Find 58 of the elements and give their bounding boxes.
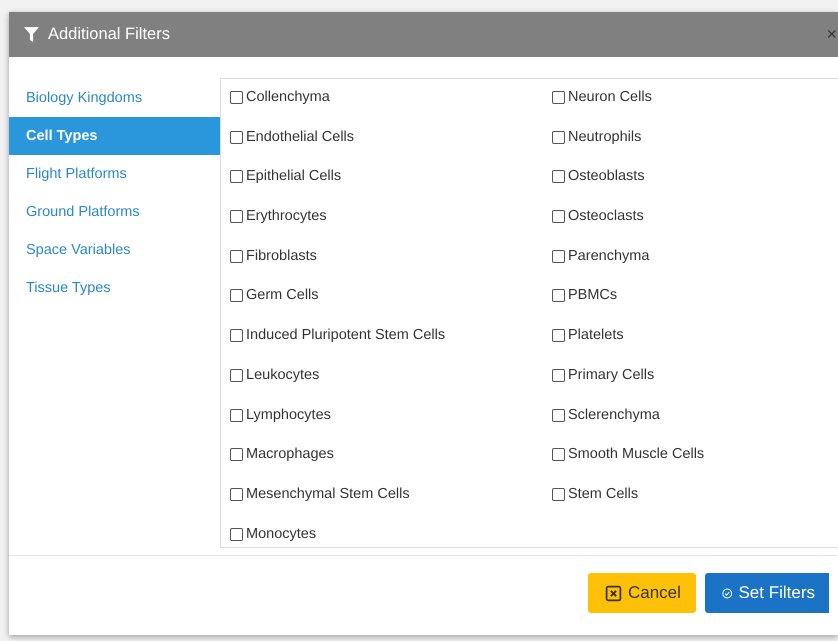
checkbox[interactable] xyxy=(230,250,243,263)
category-tab[interactable]: Ground Platforms xyxy=(9,193,220,231)
option-label: Primary Cells xyxy=(568,366,654,383)
checkbox[interactable] xyxy=(552,289,565,302)
option-label: Smooth Muscle Cells xyxy=(568,446,704,462)
checkbox[interactable] xyxy=(230,130,243,144)
option-label: Sclerenchyma xyxy=(568,406,660,422)
option-label: Monocytes xyxy=(246,526,316,542)
option-label: Fibroblasts xyxy=(246,248,317,264)
checkbox[interactable] xyxy=(230,368,243,382)
checkbox[interactable] xyxy=(230,289,243,302)
checkbox[interactable] xyxy=(230,329,243,342)
confirm-button[interactable]: Set Filters xyxy=(705,573,829,613)
filter-icon xyxy=(23,26,40,43)
checkbox[interactable] xyxy=(552,250,565,263)
option-label: Induced Pluripotent Stem Cells xyxy=(246,327,446,344)
option-label: Osteoblasts xyxy=(568,168,645,184)
option-label: Epithelial Cells xyxy=(246,168,342,184)
option-label: Erythrocytes xyxy=(246,208,327,224)
checkbox[interactable] xyxy=(230,448,243,462)
category-tab[interactable]: Space Variables xyxy=(9,231,220,269)
checkbox[interactable] xyxy=(552,170,565,184)
option-label: Neuron Cells xyxy=(568,89,652,105)
option-label: Endothelial Cells xyxy=(246,128,354,145)
option-label: Collenchyma xyxy=(246,89,330,105)
category-tab[interactable]: Biology Kingdoms xyxy=(9,79,220,117)
checkbox[interactable] xyxy=(230,528,243,541)
checkbox[interactable] xyxy=(230,210,243,224)
checkbox[interactable] xyxy=(552,91,565,104)
option-label: Leukocytes xyxy=(246,366,320,383)
option-label: Platelets xyxy=(568,327,624,344)
checkbox[interactable] xyxy=(230,488,243,501)
category-tab[interactable]: Flight Platforms xyxy=(9,155,220,193)
option-label: Mesenchymal Stem Cells xyxy=(246,486,410,502)
checkbox[interactable] xyxy=(552,210,565,224)
checkbox[interactable] xyxy=(552,408,565,422)
option-label: Stem Cells xyxy=(568,486,638,502)
checkbox[interactable] xyxy=(552,329,565,342)
checkbox[interactable] xyxy=(230,91,243,104)
option-label: Macrophages xyxy=(246,446,334,462)
checkbox[interactable] xyxy=(230,170,243,184)
checkbox[interactable] xyxy=(552,130,565,144)
option-label: Neutrophils xyxy=(568,128,642,145)
category-tab[interactable]: Tissue Types xyxy=(9,269,220,307)
option-label: Germ Cells xyxy=(246,287,319,304)
cancel-button[interactable]: Cancel xyxy=(588,573,696,613)
checkbox[interactable] xyxy=(230,408,243,422)
option-label: Osteoclasts xyxy=(568,208,644,224)
checkbox[interactable] xyxy=(552,448,565,462)
option-label: Lymphocytes xyxy=(246,406,331,422)
option-label: Parenchyma xyxy=(568,248,650,264)
category-tab[interactable]: Cell Types xyxy=(9,117,220,155)
option-label: PBMCs xyxy=(568,287,618,304)
checkbox[interactable] xyxy=(552,488,565,501)
close-button[interactable]: × xyxy=(825,24,838,45)
checkbox[interactable] xyxy=(552,368,565,382)
dialog-title: Additional Filters xyxy=(48,25,171,44)
close-square-icon xyxy=(605,584,622,602)
